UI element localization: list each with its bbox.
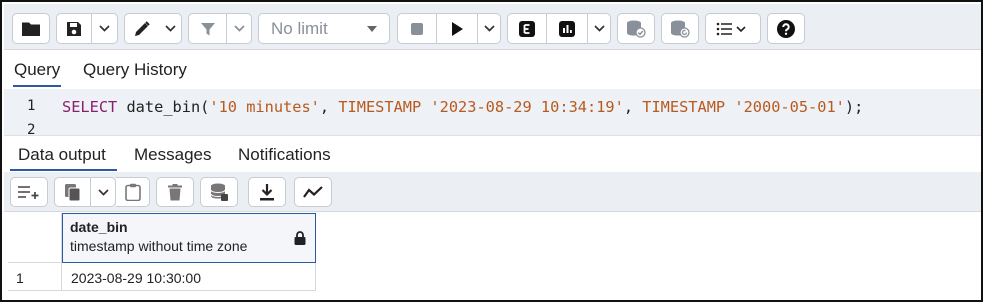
graph-visualiser-button[interactable] [294, 177, 332, 207]
query-toolbar: No limit [4, 4, 981, 50]
tab-data-output[interactable]: Data output [18, 145, 106, 165]
table-cell[interactable]: 2023-08-29 10:30:00 [62, 263, 316, 291]
add-row-icon [18, 185, 40, 199]
keyword-select: SELECT [62, 98, 118, 116]
execute-options-dropdown[interactable] [478, 14, 500, 43]
result-tab-bar: Data output Messages Notifications [4, 135, 981, 172]
macros-list-icon [716, 22, 750, 36]
filter-button[interactable] [189, 14, 226, 43]
line-number: 1 [27, 98, 36, 114]
keyword-timestamp: TIMESTAMP [642, 98, 726, 116]
execute-button[interactable] [437, 14, 477, 43]
column-type: timestamp without time zone [70, 238, 248, 254]
add-row-button[interactable] [10, 177, 48, 207]
filter-options-dropdown[interactable] [227, 14, 251, 43]
limit-select-value: No limit [271, 18, 328, 38]
stop-button[interactable] [398, 14, 436, 43]
column-header[interactable]: date_bin timestamp without time zone [62, 213, 316, 263]
punctuation: , [319, 98, 339, 116]
delete-button[interactable] [156, 177, 194, 207]
commit-icon [626, 20, 646, 38]
tab-query[interactable]: Query [14, 60, 60, 80]
filter-button-group [188, 13, 252, 44]
save-data-icon [210, 183, 228, 201]
string-literal: '10 minutes' [209, 98, 320, 116]
caret-down-icon [367, 26, 377, 32]
explain-button-group [507, 13, 611, 44]
download-button[interactable] [248, 177, 286, 207]
punctuation: ); [844, 98, 864, 116]
paste-icon [124, 183, 141, 201]
limit-select[interactable]: No limit [258, 13, 390, 44]
copy-button-group [54, 177, 116, 207]
app-window: No limit Query Query History 1 2 SELECT … [0, 0, 983, 302]
edit-options-dropdown[interactable] [159, 14, 181, 43]
help-icon [777, 19, 795, 38]
function-call: date_bin( [117, 98, 210, 116]
chevron-down-icon [234, 25, 245, 32]
explain-icon [519, 20, 535, 37]
punctuation: , [623, 98, 643, 116]
save-file-button[interactable] [57, 14, 91, 43]
explain-analyze-button[interactable] [547, 14, 587, 43]
tab-query-history[interactable]: Query History [83, 60, 187, 80]
chevron-down-icon [97, 188, 109, 196]
line-number: 2 [27, 122, 36, 135]
active-tab-indicator [10, 169, 117, 171]
help-button[interactable] [767, 13, 805, 44]
chevron-down-icon [593, 25, 605, 32]
copy-button[interactable] [55, 178, 90, 206]
chevron-down-icon [99, 25, 110, 32]
explain-analyze-icon [559, 20, 575, 37]
save-icon [66, 21, 82, 37]
tab-messages[interactable]: Messages [134, 145, 211, 165]
explain-options-dropdown[interactable] [588, 14, 610, 43]
data-grid: date_bin timestamp without time zone 1 2… [4, 213, 981, 300]
save-options-dropdown[interactable] [92, 14, 117, 43]
folder-icon [22, 21, 40, 36]
active-tab-indicator [13, 85, 61, 87]
code-line-1: SELECT date_bin('10 minutes', TIMESTAMP … [62, 98, 863, 116]
line-number-gutter: 1 2 [4, 89, 54, 135]
result-toolbar [4, 172, 981, 212]
row-number[interactable]: 1 [8, 263, 62, 291]
edit-pen-icon [133, 20, 151, 38]
save-data-button[interactable] [200, 177, 238, 207]
paste-button[interactable] [116, 177, 150, 207]
execute-button-group [397, 13, 501, 44]
commit-button[interactable] [617, 13, 655, 44]
play-icon [450, 21, 464, 37]
query-tab-bar: Query Query History [4, 51, 981, 89]
download-icon [259, 183, 275, 201]
copy-options-dropdown[interactable] [91, 178, 115, 206]
column-name: date_bin [70, 219, 128, 235]
edit-button[interactable] [125, 14, 159, 43]
filter-icon [200, 21, 216, 37]
keyword-timestamp: TIMESTAMP [338, 98, 422, 116]
edit-button-group [124, 13, 182, 44]
stop-icon [410, 22, 424, 36]
sql-editor[interactable]: 1 2 SELECT date_bin('10 minutes', TIMEST… [4, 89, 981, 135]
grid-corner[interactable] [8, 213, 62, 263]
delete-icon [168, 183, 182, 201]
graph-visualiser-icon [303, 186, 323, 198]
copy-icon [64, 183, 81, 201]
save-button-group [56, 13, 118, 44]
chevron-down-icon [483, 25, 495, 32]
string-literal: '2000-05-01' [734, 98, 845, 116]
rollback-icon [670, 20, 690, 38]
rollback-button[interactable] [661, 13, 699, 44]
open-file-button[interactable] [12, 13, 50, 44]
string-literal: '2023-08-29 10:34:19' [430, 98, 624, 116]
tab-notifications[interactable]: Notifications [238, 145, 331, 165]
macros-button[interactable] [705, 13, 761, 44]
lock-icon [294, 231, 306, 245]
explain-button[interactable] [508, 14, 546, 43]
chevron-down-icon [164, 25, 176, 32]
